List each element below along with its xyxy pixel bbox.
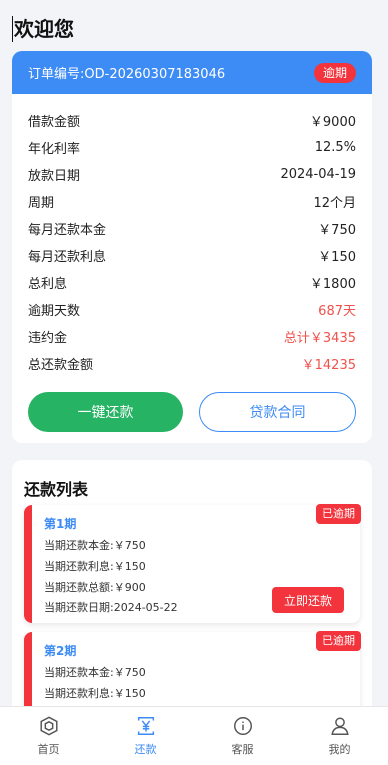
order-header: 订单编号:OD-20260307183046 逾期 (12, 51, 372, 94)
detail-value: ￥750 (318, 223, 356, 238)
tab-label: 首页 (37, 743, 60, 756)
detail-row-penalty: 违约金 总计￥3435 (28, 323, 356, 350)
detail-value: ￥150 (318, 250, 356, 265)
detail-value: 12.5% (314, 140, 356, 155)
detail-value: ￥1800 (309, 277, 356, 292)
detail-row-overdue-days: 逾期天数 687天 (28, 296, 356, 323)
one-click-repay-button[interactable]: 一键还款 (28, 392, 183, 432)
detail-value: 总计￥3435 (283, 331, 356, 346)
detail-row-monthly-interest: 每月还款利息 ￥150 (28, 242, 356, 269)
due-date-text: 当期还款日期:2024-05-22 (44, 601, 178, 614)
overdue-badge: 已逾期 (316, 631, 361, 651)
term-label: 第1期 (44, 517, 77, 531)
detail-label: 每月还款本金 (28, 223, 107, 238)
detail-label: 逾期天数 (28, 304, 81, 319)
home-cube-icon (39, 716, 58, 736)
repayment-list-title: 还款列表 (24, 480, 89, 499)
detail-row-term: 周期 12个月 (28, 188, 356, 215)
order-card: 订单编号:OD-20260307183046 逾期 借款金额 ￥9000 年化利… (12, 51, 372, 443)
detail-row-disbursement-date: 放款日期 2024-04-19 (28, 161, 356, 188)
yen-icon (137, 717, 154, 735)
detail-row-annual-rate: 年化利率 12.5% (28, 134, 356, 161)
detail-value: 2024-04-19 (280, 167, 356, 182)
info-circle-icon (233, 717, 252, 735)
order-detail-list: 借款金额 ￥9000 年化利率 12.5% 放款日期 2024-04-19 周期… (12, 94, 372, 377)
detail-row-total-repayment: 总还款金额 ￥14235 (28, 350, 356, 377)
detail-label: 违约金 (28, 331, 68, 346)
term-label: 第2期 (44, 644, 77, 658)
detail-value: ￥14235 (301, 358, 356, 373)
principal-text: 当期还款本金:￥750 (44, 539, 146, 552)
detail-label: 放款日期 (28, 169, 81, 184)
page-title: 欢迎您 (12, 16, 74, 42)
principal-text: 当期还款本金:￥750 (44, 666, 146, 679)
loan-contract-button[interactable]: 贷款合同 (199, 392, 356, 432)
user-icon (330, 717, 349, 735)
total-text: 当期还款总额:￥900 (44, 581, 146, 594)
detail-row-total-interest: 总利息 ￥1800 (28, 269, 356, 296)
detail-label: 总还款金额 (28, 358, 94, 373)
detail-label: 年化利率 (28, 142, 81, 157)
tab-repayment[interactable]: 还款 (97, 707, 194, 765)
detail-value: ￥9000 (309, 115, 356, 130)
detail-value: 12个月 (313, 196, 356, 211)
detail-row-loan-amount: 借款金额 ￥9000 (28, 107, 356, 134)
interest-text: 当期还款利息:￥150 (44, 687, 146, 700)
tab-label: 我的 (328, 743, 351, 756)
order-actions: 一键还款 贷款合同 (12, 377, 372, 432)
tab-home[interactable]: 首页 (0, 707, 97, 765)
detail-value: 687天 (318, 304, 356, 319)
repayment-item: 第1期 已逾期 当期还款本金:￥750 当期还款利息:￥150 当期还款总额:￥… (24, 504, 361, 623)
order-number: 订单编号:OD-20260307183046 (28, 67, 226, 82)
detail-label: 周期 (28, 196, 55, 211)
overdue-badge: 已逾期 (316, 504, 361, 524)
detail-label: 每月还款利息 (28, 250, 107, 265)
tab-customer-service[interactable]: 客服 (194, 707, 291, 765)
repayment-list-card: 还款列表 第1期 已逾期 当期还款本金:￥750 当期还款利息:￥150 当期还… (12, 460, 372, 706)
detail-label: 借款金额 (28, 115, 81, 130)
bottom-tabbar: 首页 还款 客服 我的 (0, 706, 388, 765)
detail-row-monthly-principal: 每月还款本金 ￥750 (28, 215, 356, 242)
repayment-item: 第2期 已逾期 当期还款本金:￥750 当期还款利息:￥150 (24, 631, 361, 706)
pay-now-button[interactable]: 立即还款 (272, 587, 344, 613)
tab-label: 客服 (231, 743, 254, 756)
tab-label: 还款 (134, 743, 157, 756)
interest-text: 当期还款利息:￥150 (44, 560, 146, 573)
detail-label: 总利息 (28, 277, 68, 292)
main-scroll[interactable]: 欢迎您 订单编号:OD-20260307183046 逾期 借款金额 ￥9000… (0, 0, 388, 706)
overdue-status-badge: 逾期 (313, 62, 356, 83)
tab-profile[interactable]: 我的 (291, 707, 388, 765)
